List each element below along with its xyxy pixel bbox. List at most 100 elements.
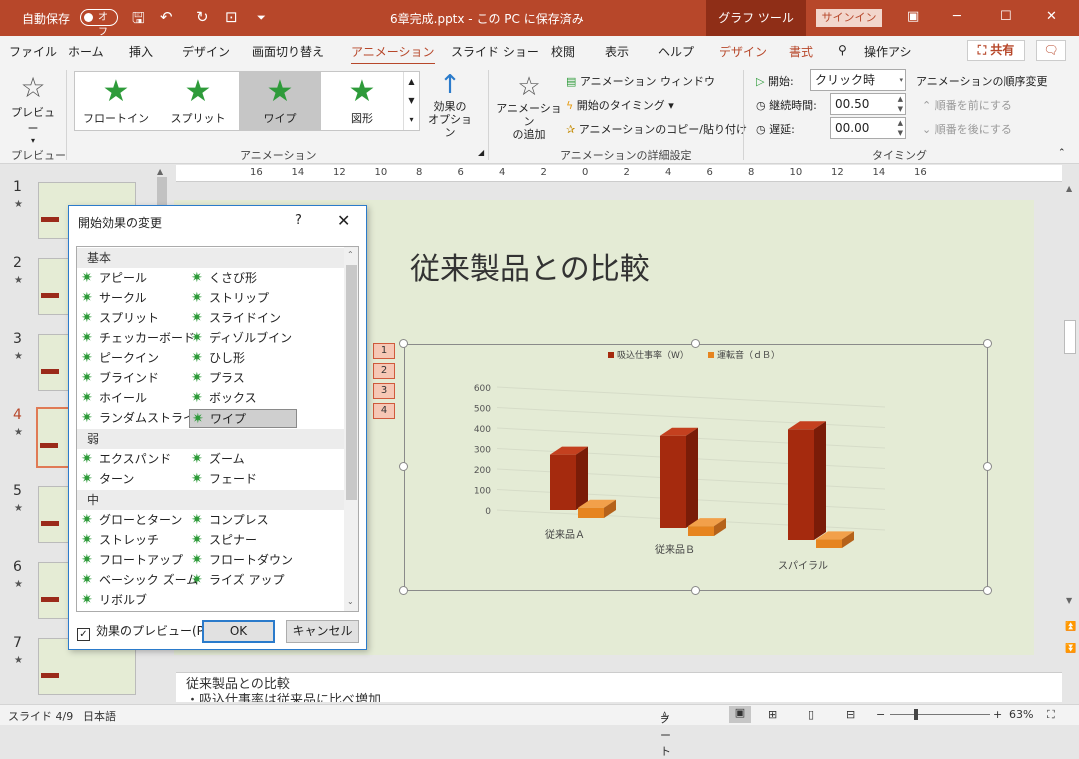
tab-animations[interactable]: アニメーション [351, 43, 435, 66]
signin-button[interactable]: サインイン [816, 9, 882, 27]
move-later-button[interactable]: ⌄ 順番を後にする [922, 121, 1012, 137]
redo-icon[interactable]: ↻ [196, 8, 209, 26]
zoom-slider[interactable] [890, 714, 990, 715]
animation-tag[interactable]: 1 [373, 343, 395, 359]
effect-item[interactable]: ✷ エクスパンド [79, 450, 187, 469]
chevron-down-icon[interactable]: ▾ [899, 70, 903, 90]
tab-chart-format[interactable]: 書式 [789, 43, 813, 60]
autosave-toggle[interactable]: オフ [80, 9, 118, 38]
language-indicator[interactable]: 日本語 [83, 708, 116, 724]
effect-item[interactable]: ✷ プラス [189, 369, 297, 388]
fit-slide-icon[interactable]: ⛶ [1047, 708, 1055, 722]
gallery-item-split[interactable]: ★ スプリット [157, 72, 239, 130]
effect-item[interactable]: ✷ チェッカーボード [79, 329, 195, 348]
effect-item[interactable]: ✷ スピナー [189, 531, 297, 550]
effect-item[interactable]: ✷ ブラインド [79, 369, 187, 388]
chevron-down-icon[interactable]: ⌄ [347, 597, 354, 606]
effect-item[interactable]: ✷ コンプレス [189, 511, 297, 530]
animation-tag[interactable]: 3 [373, 383, 395, 399]
effect-item[interactable]: ✷ ピークイン [79, 349, 187, 368]
tab-home[interactable]: ホーム [68, 43, 104, 60]
gallery-item-shape[interactable]: ★ 図形 [321, 72, 403, 130]
effect-item[interactable]: ✷ ターン [79, 470, 187, 489]
effect-item[interactable]: ✷ ライズ アップ [189, 571, 297, 590]
zoom-in-icon[interactable]: + [993, 708, 1002, 721]
close-icon[interactable]: ✕ [337, 211, 350, 230]
animation-painter-button[interactable]: ✰ アニメーションのコピー/貼り付け [566, 121, 747, 137]
zoom-out-icon[interactable]: − [876, 708, 885, 721]
start-select[interactable]: クリック時 ▾ [810, 69, 906, 91]
ribbon-display-icon[interactable]: ▣ [907, 9, 919, 24]
gallery-item-float-in[interactable]: ★ フロートイン [75, 72, 157, 130]
chevron-up-icon[interactable]: ⌃ [347, 250, 354, 259]
normal-view-icon[interactable]: ▣ [729, 706, 751, 723]
tab-insert[interactable]: 挿入 [129, 43, 153, 60]
effect-item[interactable]: ✷ ズーム [189, 450, 297, 469]
tab-review[interactable]: 校閲 [551, 43, 575, 60]
share-button[interactable]: ⛶ 共有 [967, 40, 1025, 61]
move-earlier-button[interactable]: ⌃ 順番を前にする [922, 97, 1012, 113]
ok-button[interactable]: OK [202, 620, 275, 643]
effect-item[interactable]: ✷ ひし形 [189, 349, 297, 368]
reading-view-icon[interactable]: ▯ [808, 708, 814, 721]
add-animation-button[interactable]: ☆ アニメーション の追加 [496, 72, 562, 141]
effect-item[interactable]: ✷ アピール [79, 269, 187, 288]
tab-slideshow[interactable]: スライド ショー [451, 43, 539, 60]
customize-qat-icon[interactable]: ⏷ [257, 11, 266, 25]
chevron-up-icon[interactable]: ▲ [1066, 184, 1072, 193]
effect-item[interactable]: ✷ グローとターン [79, 511, 187, 530]
collapse-ribbon-icon[interactable]: ⌃ [1058, 148, 1066, 158]
help-icon[interactable]: ? [295, 213, 302, 228]
gallery-item-wipe[interactable]: ★ ワイプ [239, 72, 321, 130]
effect-item[interactable]: ✷ ストレッチ [79, 531, 187, 550]
tab-chart-design[interactable]: デザイン [719, 43, 767, 60]
tab-view[interactable]: 表示 [605, 43, 629, 60]
effect-item[interactable]: ✷ スライドイン [189, 309, 297, 328]
tab-file[interactable]: ファイル [9, 43, 57, 60]
effect-list-scrollbar[interactable]: ⌃ ⌄ [344, 247, 358, 611]
slideshow-icon[interactable]: ⊟ [846, 708, 855, 721]
effect-item[interactable]: ✷ リボルブ [79, 591, 187, 610]
close-window-icon[interactable]: ✕ [1046, 9, 1057, 24]
dialog-launcher-icon[interactable]: ◢ [478, 148, 484, 157]
chevron-down-icon[interactable]: ▼ [404, 91, 419, 110]
slide-scrollbar[interactable]: ▲ ▼ ⏫ ⏬ [1062, 182, 1079, 670]
effect-item[interactable]: ✷ ディゾルブイン [189, 329, 297, 348]
bar-chart[interactable]: 600 500 400 300 200 100 0 吸込仕事率（W） 運転音（ｄＢ） 従来品Ａ 従来… [405, 345, 987, 590]
next-slide-icon[interactable]: ⏬ [1065, 644, 1076, 654]
effect-item[interactable]: ✷ ワイプ [189, 409, 297, 428]
tab-design[interactable]: デザイン [182, 43, 230, 60]
tab-help[interactable]: ヘルプ [658, 43, 694, 60]
spinner-icon[interactable]: ▲ ▼ [898, 94, 903, 114]
effect-item[interactable]: ✷ ホイール [79, 389, 187, 408]
notes-pane[interactable]: 従来製品との比較 ・吸込仕事率は従来品に比べ増加 [176, 672, 1062, 702]
animation-tag[interactable]: 4 [373, 403, 395, 419]
gallery-more-icon[interactable]: ▾ [404, 110, 419, 129]
animation-pane-button[interactable]: ▤ アニメーション ウィンドウ [566, 73, 715, 89]
trigger-button[interactable]: ϟ 開始のタイミング ▾ [566, 97, 674, 113]
delay-input[interactable]: 00.00 ▲ ▼ [830, 117, 906, 139]
effect-item[interactable]: ✷ スプリット [79, 309, 187, 328]
gallery-scroll[interactable]: ▲ ▼ ▾ [403, 72, 419, 130]
chevron-down-icon[interactable]: ▼ [1066, 596, 1072, 605]
preview-effect-checkbox[interactable]: ✓ 効果のプレビュー(P) [77, 622, 209, 641]
tell-me-input[interactable]: 操作アシ [864, 43, 912, 60]
effect-item[interactable]: ✷ ボックス [189, 389, 297, 408]
cancel-button[interactable]: キャンセル [286, 620, 359, 643]
effect-list-scroll-thumb[interactable] [346, 265, 357, 500]
effect-item[interactable]: ✷ フロートアップ [79, 551, 187, 570]
zoom-slider-thumb[interactable] [914, 709, 918, 720]
preview-button[interactable]: ☆ プレビュー ▾ [10, 72, 56, 146]
animation-tag[interactable]: 2 [373, 363, 395, 379]
slide-sorter-icon[interactable]: ⊞ [768, 708, 777, 721]
tab-transitions[interactable]: 画面切り替え [252, 43, 324, 60]
chevron-up-icon[interactable]: ▲ [404, 72, 419, 91]
effect-options-button[interactable]: ↑ 効果の オプション [424, 70, 476, 139]
maximize-icon[interactable]: ☐ [1000, 9, 1012, 24]
comments-button[interactable]: 🗨 [1036, 40, 1066, 61]
slide-title[interactable]: 従来製品との比較 [410, 244, 650, 288]
zoom-level[interactable]: 63% [1009, 708, 1033, 721]
undo-icon[interactable]: ↶ [160, 8, 173, 26]
present-icon[interactable]: ⊡ [225, 8, 238, 26]
effect-item[interactable]: ✷ くさび形 [189, 269, 297, 288]
